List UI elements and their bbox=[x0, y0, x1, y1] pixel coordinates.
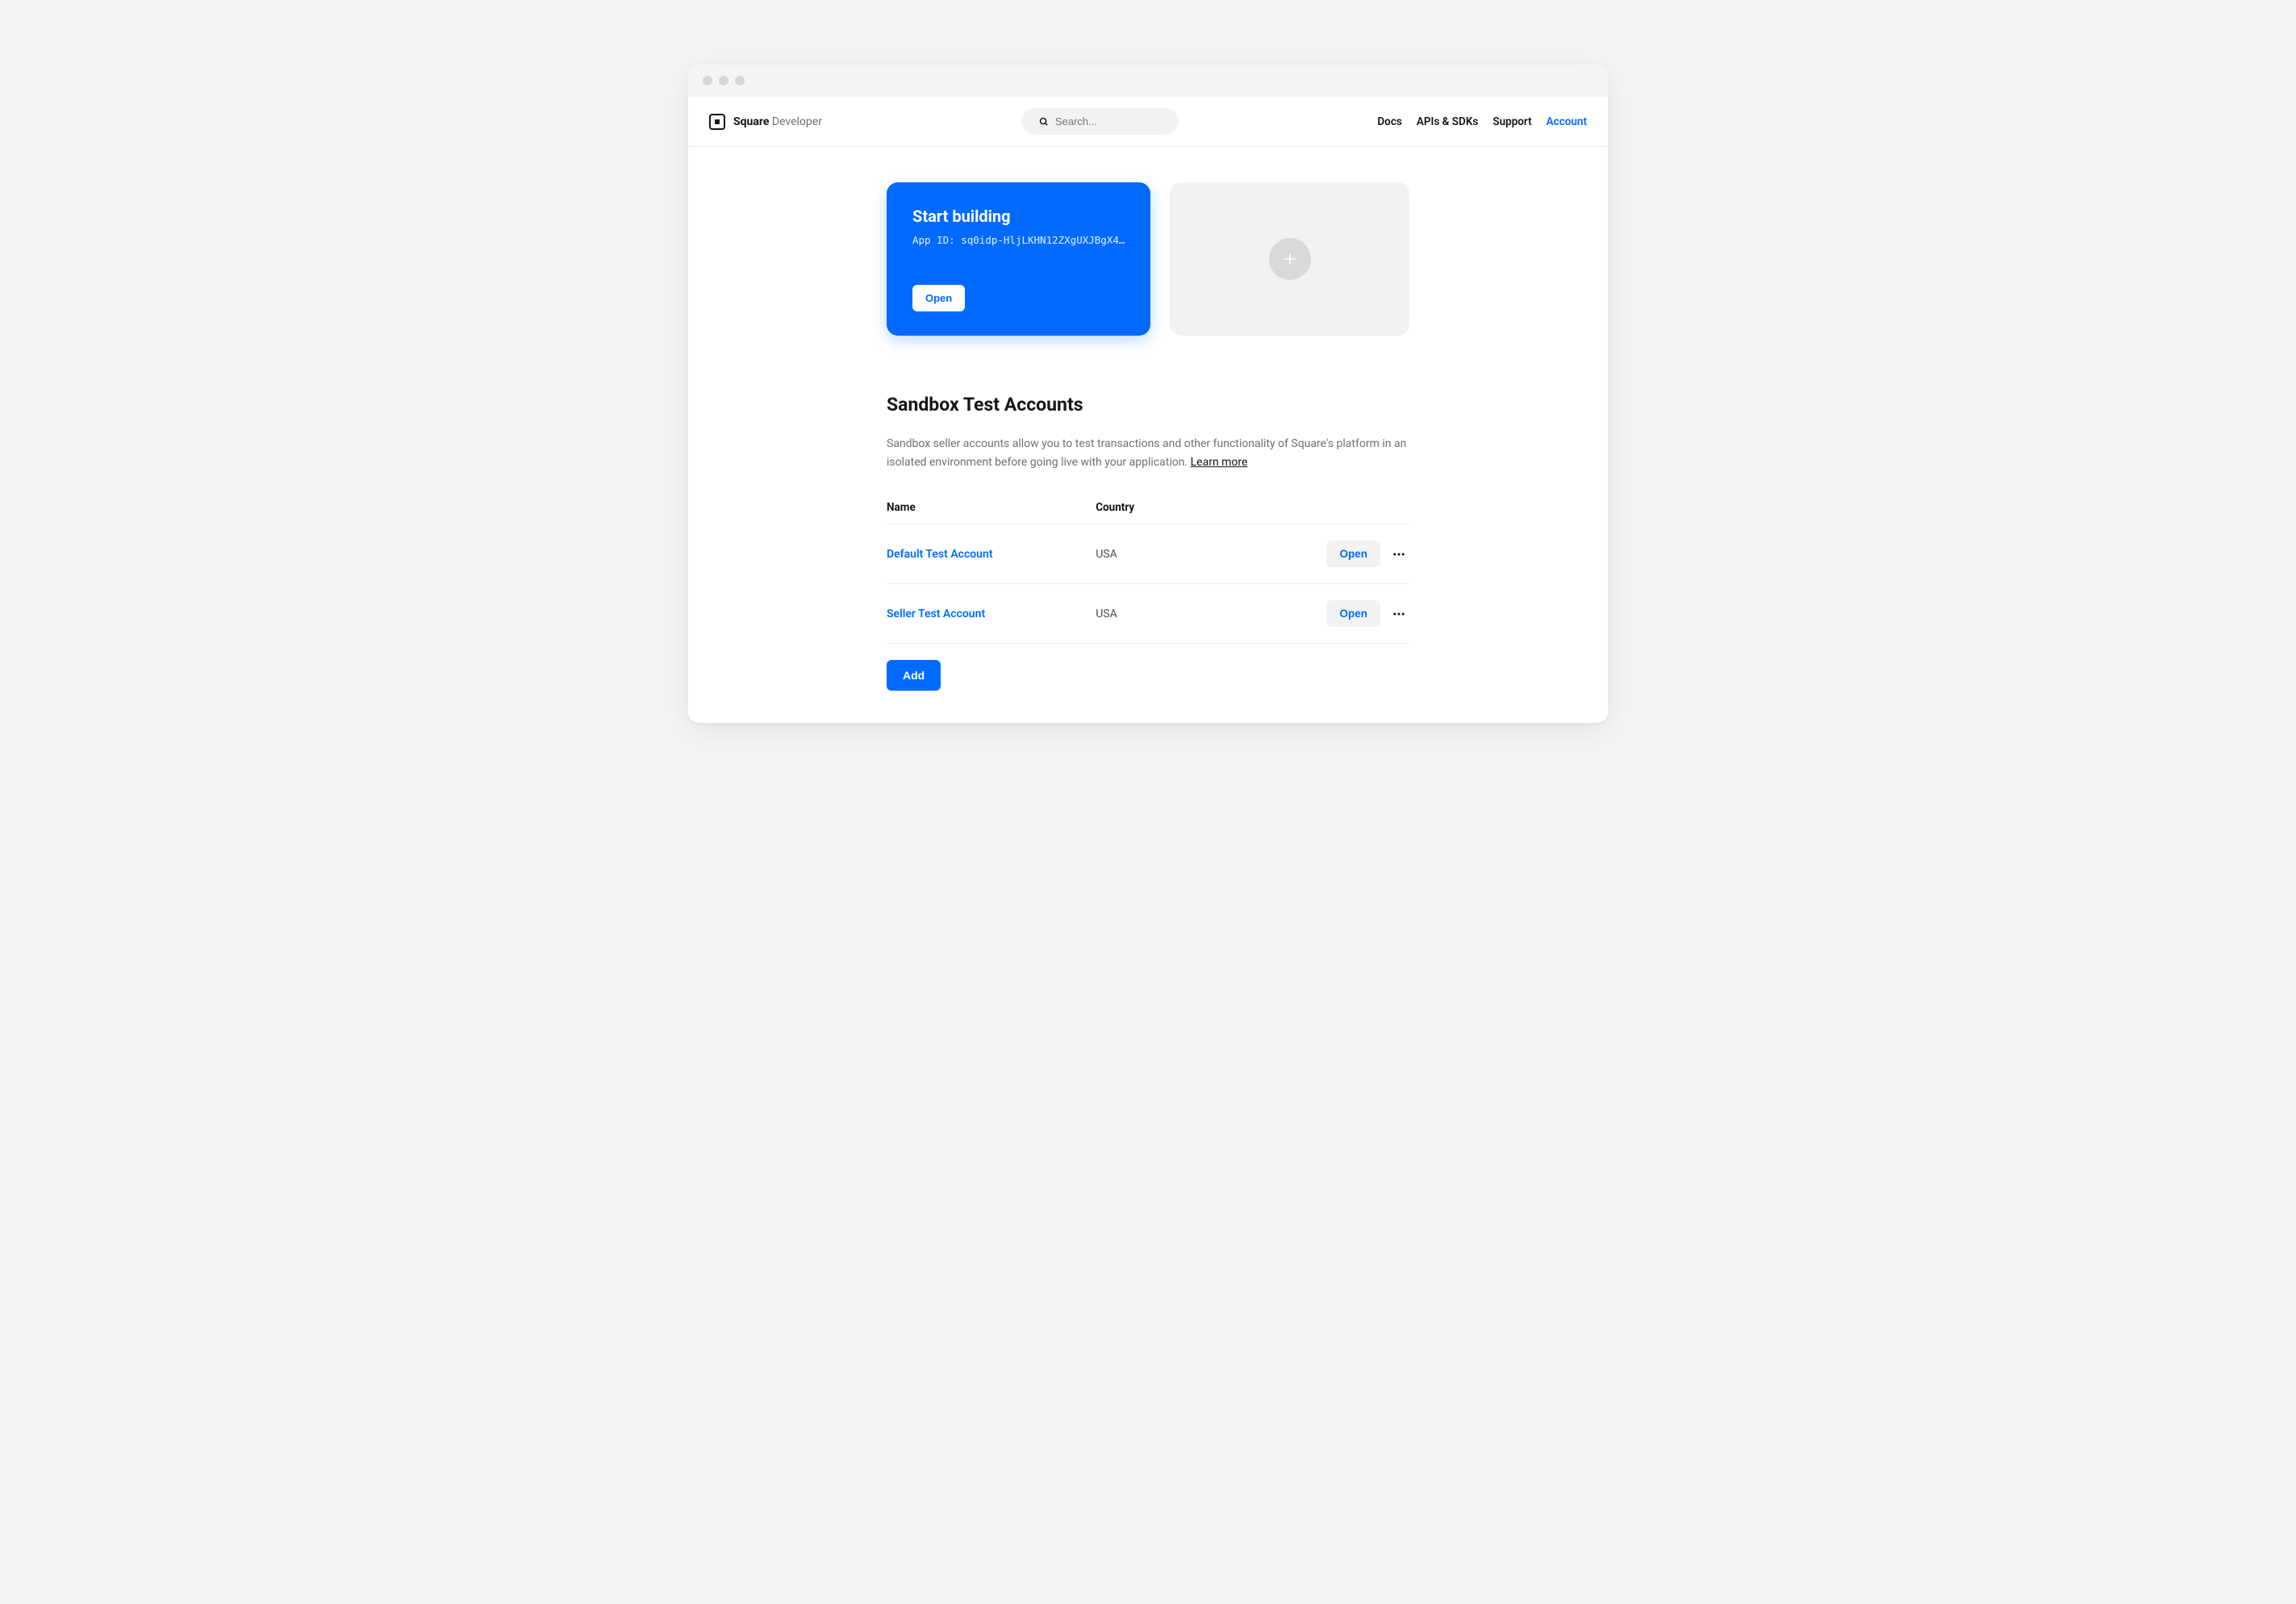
table-row: Seller Test Account USA Open bbox=[887, 584, 1409, 644]
add-app-card[interactable] bbox=[1170, 182, 1409, 336]
ellipsis-icon bbox=[1392, 607, 1406, 621]
nav-docs[interactable]: Docs bbox=[1377, 115, 1401, 128]
card-title: Start building bbox=[912, 207, 1125, 226]
window-titlebar bbox=[688, 65, 1608, 97]
ellipsis-icon bbox=[1392, 547, 1406, 562]
nav-apis-sdks[interactable]: APIs & SDKs bbox=[1417, 115, 1479, 128]
search-input[interactable] bbox=[1055, 115, 1161, 127]
app-cards: Start building App ID: sq0idp-HljLKHN12Z… bbox=[887, 182, 1409, 336]
more-actions-button[interactable] bbox=[1388, 544, 1409, 565]
search-container bbox=[838, 108, 1361, 135]
window-dot-minimize[interactable] bbox=[719, 76, 728, 86]
table-row: Default Test Account USA Open bbox=[887, 524, 1409, 584]
more-actions-button[interactable] bbox=[1388, 604, 1409, 624]
sandbox-section-title: Sandbox Test Accounts bbox=[887, 394, 1409, 416]
account-name-link[interactable]: Seller Test Account bbox=[887, 608, 985, 620]
learn-more-link[interactable]: Learn more bbox=[1191, 456, 1248, 469]
account-country: USA bbox=[1096, 548, 1117, 561]
brand-name: Square Developer bbox=[733, 115, 822, 128]
window-dot-close[interactable] bbox=[703, 76, 712, 86]
nav-support[interactable]: Support bbox=[1492, 115, 1531, 128]
open-account-button[interactable]: Open bbox=[1326, 541, 1380, 567]
search-field[interactable] bbox=[1021, 108, 1179, 135]
square-logo-icon bbox=[709, 114, 725, 130]
header-nav: Docs APIs & SDKs Support Account bbox=[1377, 115, 1587, 128]
search-icon bbox=[1039, 116, 1049, 127]
app-card-start-building[interactable]: Start building App ID: sq0idp-HljLKHN12Z… bbox=[887, 182, 1150, 336]
plus-circle-icon bbox=[1269, 238, 1311, 280]
open-app-button[interactable]: Open bbox=[912, 285, 965, 311]
add-account-button[interactable]: Add bbox=[887, 660, 941, 691]
app-header: Square Developer Docs APIs & SDKs Suppor… bbox=[688, 97, 1608, 147]
window-dot-zoom[interactable] bbox=[735, 76, 745, 86]
table-header-row: Name Country bbox=[887, 491, 1409, 524]
account-name-link[interactable]: Default Test Account bbox=[887, 548, 993, 561]
column-header-name: Name bbox=[887, 501, 1096, 514]
window-frame: Square Developer Docs APIs & SDKs Suppor… bbox=[688, 65, 1608, 723]
main-content: Start building App ID: sq0idp-HljLKHN12Z… bbox=[866, 147, 1430, 723]
brand[interactable]: Square Developer bbox=[709, 114, 822, 130]
accounts-table: Name Country Default Test Account USA Op… bbox=[887, 491, 1409, 644]
app-id-text: App ID: sq0idp-HljLKHN12ZXgUXJBgX4… bbox=[912, 234, 1125, 246]
open-account-button[interactable]: Open bbox=[1326, 600, 1380, 627]
sandbox-description: Sandbox seller accounts allow you to tes… bbox=[887, 435, 1409, 472]
account-country: USA bbox=[1096, 608, 1117, 620]
nav-account[interactable]: Account bbox=[1547, 115, 1587, 128]
column-header-country: Country bbox=[1096, 501, 1252, 514]
